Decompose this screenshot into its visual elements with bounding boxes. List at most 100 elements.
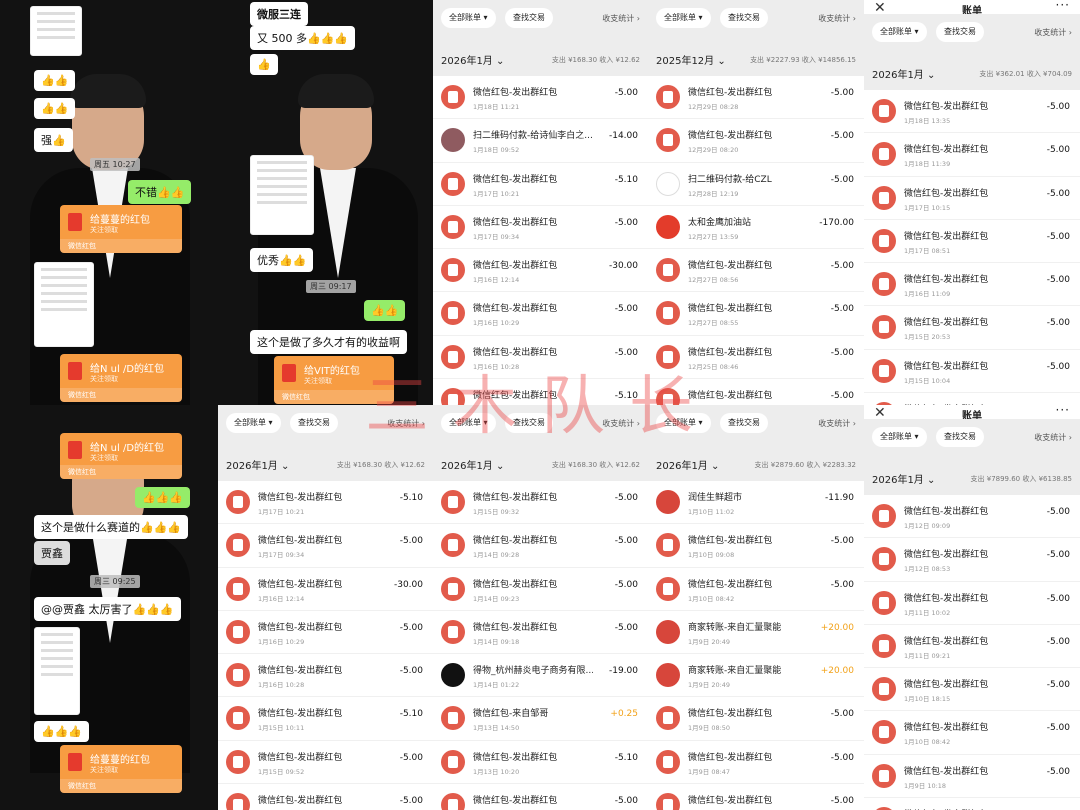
transaction-row[interactable]: 商家转账-来自汇量聚能 1月9日 20:49 +20.00 (648, 610, 864, 655)
stats-link[interactable]: 收支统计 › (818, 13, 856, 24)
transaction-time: 12月29日 08:28 (688, 103, 739, 111)
transaction-amount: -5.00 (399, 796, 423, 807)
transaction-row[interactable]: 微信红包-发出群红包 1月13日 10:20 -5.10 (433, 740, 648, 785)
transaction-row[interactable]: 微信红包-发出群红包 1月14日 09:18 -5.00 (433, 610, 648, 655)
transaction-row[interactable]: 微信红包-发出群红包 1月15日 20:53 -5.00 (864, 306, 1080, 350)
month-selector[interactable]: 2026年1月 ⌄ (441, 52, 504, 67)
transaction-row[interactable]: 微信红包-发出群红包 12月27日 08:55 -5.00 (648, 292, 864, 336)
transaction-row[interactable]: 微信红包-发出群红包 1月10日 08:42 -5.00 (864, 711, 1080, 755)
transaction-row[interactable]: 润佳生鲜超市 1月10日 11:02 -11.90 (648, 481, 864, 525)
transaction-row[interactable]: 微信红包-发出群红包 1月17日 10:15 -5.00 (864, 176, 1080, 220)
month-selector[interactable]: 2026年1月 ⌄ (656, 457, 719, 472)
stats-link[interactable]: 收支统计 › (1034, 27, 1072, 38)
chat-bubble: 👍👍 (34, 70, 76, 91)
transaction-row[interactable]: 微信红包-发出群红包 1月10日 08:42 -5.00 (648, 567, 864, 611)
search-button[interactable]: 查找交易 (720, 8, 768, 28)
transaction-row[interactable]: 微信红包-发出群红包 1月16日 10:29 -5.00 (433, 292, 648, 336)
transaction-row[interactable]: 微信红包-发出群红包 1月18日 11:39 -5.00 (864, 133, 1080, 177)
transaction-row[interactable]: 微信红包-发出群红包1月14日 09:54-5.00 (864, 393, 1080, 405)
transaction-row[interactable]: 微信红包-发出群红包 1月15日 09:52 -5.00 (218, 740, 433, 785)
search-button[interactable]: 查找交易 (290, 413, 338, 433)
all-bills-button[interactable]: 全部账单 ▾ (872, 427, 927, 447)
transaction-row[interactable]: 微信红包-发出群红包 12月29日 08:28 -5.00 (648, 76, 864, 120)
transaction-row[interactable]: 微信红包-发出群红包 1月16日 12:14 -30.00 (433, 249, 648, 293)
all-bills-button[interactable]: 全部账单 ▾ (226, 413, 281, 433)
transaction-row[interactable]: 微信红包-发出群红包1月9日 09:12-5.00 (864, 798, 1080, 810)
transaction-row[interactable]: 微信红包-发出群红包 12月27日 08:56 -5.00 (648, 249, 864, 293)
search-button[interactable]: 查找交易 (936, 427, 984, 447)
stats-link[interactable]: 收支统计 › (1034, 432, 1072, 443)
more-icon[interactable]: ··· (1056, 0, 1070, 12)
red-packet-card[interactable]: 给N ul /D的红包 关注领取 微信红包 (60, 354, 182, 402)
transaction-row[interactable]: 微信红包-发出群红包 1月12日 08:53 -5.00 (864, 538, 1080, 582)
transaction-row[interactable]: 得物_杭州赫炎电子商务有限... 1月14日 01:22 -19.00 (433, 654, 648, 698)
search-button[interactable]: 查找交易 (505, 8, 553, 28)
transaction-icon (656, 85, 680, 109)
all-bills-button[interactable]: 全部账单 ▾ (872, 22, 927, 42)
transaction-row[interactable]: 微信红包-发出群红包 1月9日 08:47 -5.00 (648, 740, 864, 785)
search-button[interactable]: 查找交易 (936, 22, 984, 42)
transaction-name: 扫二维码付款-给CZL (688, 174, 772, 185)
transaction-row[interactable]: 微信红包-发出群红包 1月10日 09:08 -5.00 (648, 524, 864, 568)
transaction-row[interactable]: 微信红包-发出群红包 1月16日 12:14 -30.00 (218, 567, 433, 611)
all-bills-button[interactable]: 全部账单 ▾ (656, 8, 711, 28)
transaction-icon (441, 533, 465, 558)
transaction-row[interactable]: 扫二维码付款-给CZL 12月28日 12:19 -5.00 (648, 162, 864, 206)
transaction-name: 微信红包-发出群红包 (258, 796, 343, 807)
transaction-row[interactable]: 微信红包-发出群红包 1月17日 09:34 -5.00 (433, 205, 648, 250)
transaction-row[interactable]: 微信红包-发出群红包 1月14日 09:28 -5.00 (433, 524, 648, 568)
transaction-row[interactable]: 微信红包-发出群红包 1月15日 10:04 -5.00 (864, 349, 1080, 394)
transaction-amount: -30.00 (393, 579, 423, 590)
transaction-row[interactable]: 微信红包-发出群红包 1月16日 11:09 -5.00 (864, 263, 1080, 307)
chat-bubble: 又 500 多👍👍👍 (250, 26, 356, 50)
transaction-amount: -5.00 (1046, 275, 1070, 286)
transaction-row[interactable]: 微信红包-发出群红包 1月16日 10:28 -5.00 (218, 654, 433, 698)
transaction-row[interactable]: 微信红包-发出群红包 1月10日 18:15 -5.00 (864, 668, 1080, 712)
transaction-row[interactable]: 微信红包-发出群红包 1月11日 10:02 -5.00 (864, 581, 1080, 625)
transaction-row[interactable]: 商家转账-来自汇量聚能 1月9日 20:49 +20.00 (648, 654, 864, 698)
month-selector[interactable]: 2026年1月 ⌄ (872, 66, 935, 81)
month-selector[interactable]: 2026年1月 ⌄ (441, 457, 504, 472)
transaction-row[interactable]: 微信红包-发出群红包 1月12日 09:09 -5.00 (864, 495, 1080, 539)
month-selector[interactable]: 2026年1月 ⌄ (872, 471, 935, 486)
transaction-icon (656, 619, 680, 644)
transaction-row[interactable]: 微信红包-发出群红包 1月15日 09:32 -5.00 (433, 481, 648, 525)
transaction-row[interactable]: 微信红包-发出群红包 -5.00 (218, 784, 433, 810)
transaction-row[interactable]: 微信红包-发出群红包 -5.00 (648, 784, 864, 810)
transaction-row[interactable]: 微信红包-发出群红包 1月9日 10:18 -5.00 (864, 754, 1080, 799)
transaction-amount: -170.00 (819, 217, 854, 228)
transaction-row[interactable]: 微信红包-发出群红包 1月11日 09:21 -5.00 (864, 624, 1080, 669)
transaction-row[interactable]: 微信红包-发出群红包 12月29日 08:20 -5.00 (648, 119, 864, 163)
month-selector[interactable]: 2026年1月 ⌄ (226, 457, 289, 472)
transaction-row[interactable]: 扫二维码付款-给诗仙李白之... 1月18日 09:52 -14.00 (433, 119, 648, 163)
transaction-row[interactable]: 微信红包-发出群红包 1月17日 08:51 -5.00 (864, 219, 1080, 264)
month-totals: 支出 ¥362.01 收入 ¥704.09 (979, 70, 1072, 78)
transaction-row[interactable]: 微信红包-来自邹哥 1月13日 14:50 +0.25 (433, 697, 648, 741)
transaction-row[interactable]: 微信红包-发出群红包 1月9日 08:50 -5.00 (648, 697, 864, 741)
red-packet-card[interactable]: 给蔓蔓的红包 关注领取 微信红包 (60, 745, 182, 793)
transaction-row[interactable]: 微信红包-发出群红包 1月17日 10:21 -5.10 (218, 481, 433, 525)
stats-link[interactable]: 收支统计 › (602, 13, 640, 24)
transaction-row[interactable]: 微信红包-发出群红包 1月14日 09:23 -5.00 (433, 567, 648, 611)
red-packet-card[interactable]: 给N ul /D的红包 关注领取 微信红包 (60, 433, 182, 479)
transaction-row[interactable]: 微信红包-发出群红包 1月18日 13:35 -5.00 (864, 90, 1080, 134)
red-packet-title: 给N ul /D的红包 (90, 443, 165, 454)
stats-link[interactable]: 收支统计 › (818, 418, 856, 429)
transaction-row[interactable]: 微信红包-发出群红包 1月15日 10:11 -5.10 (218, 697, 433, 741)
red-packet-card[interactable]: 给蔓蔓的红包 关注领取 微信红包 (60, 205, 182, 253)
all-bills-button[interactable]: 全部账单 ▾ (441, 8, 496, 28)
search-button[interactable]: 查找交易 (720, 413, 768, 433)
transaction-amount: -5.10 (399, 709, 423, 720)
month-selector[interactable]: 2025年12月 ⌄ (656, 52, 726, 67)
transaction-row[interactable]: 微信红包-发出群红包 1月17日 09:34 -5.00 (218, 524, 433, 568)
transaction-name: 微信红包-发出群红包 (904, 318, 989, 329)
transaction-name: 微信红包-发出群红包 (688, 752, 773, 763)
transaction-name: 微信红包-发出群红包 (473, 217, 558, 228)
transaction-row[interactable]: 微信红包-发出群红包 1月17日 10:21 -5.10 (433, 162, 648, 206)
more-icon[interactable]: ··· (1056, 405, 1070, 417)
transaction-row[interactable]: 微信红包-发出群红包 1月16日 10:29 -5.00 (218, 610, 433, 655)
transaction-row[interactable]: 微信红包-发出群红包 1月18日 11:21 -5.00 (433, 76, 648, 120)
transaction-amount: -5.00 (830, 88, 854, 98)
transaction-row[interactable]: 微信红包-发出群红包 -5.00 (433, 784, 648, 810)
transaction-row[interactable]: 太和金鹰加油站 12月27日 13:59 -170.00 (648, 205, 864, 250)
